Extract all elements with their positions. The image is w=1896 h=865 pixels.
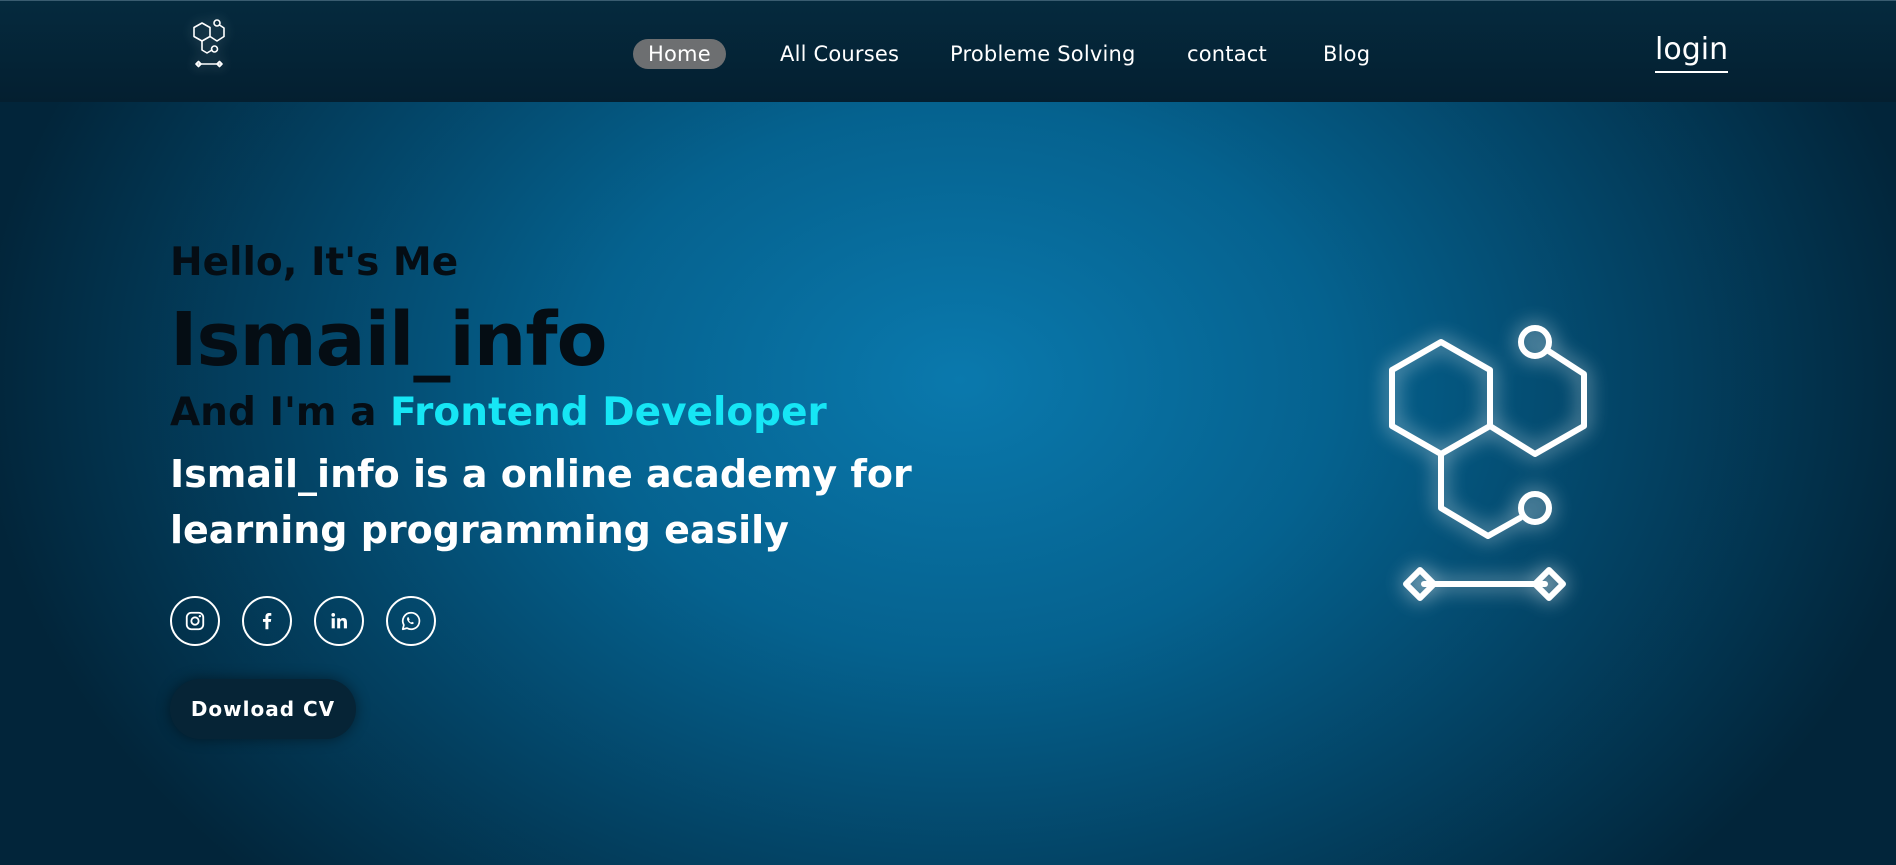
hexagon-circuit-illustration — [1389, 325, 1587, 601]
facebook-icon — [262, 613, 272, 630]
hero-description: Ismail_info is a online academy for lear… — [170, 452, 912, 552]
nav-all-courses-link[interactable]: All Courses — [780, 39, 899, 69]
nav-blog-link[interactable]: Blog — [1323, 39, 1370, 69]
hero-greeting: Hello, It's Me — [170, 240, 459, 285]
nav-contact-link[interactable]: contact — [1187, 39, 1267, 69]
whatsapp-icon — [401, 611, 421, 631]
download-cv-button[interactable]: Dowload CV — [170, 679, 356, 739]
nav-home-link[interactable]: Home — [633, 39, 726, 69]
instagram-icon — [185, 611, 205, 631]
hero-role: Frontend Developer — [390, 390, 827, 435]
whatsapp-button[interactable] — [386, 596, 436, 646]
linkedin-icon — [331, 613, 347, 629]
login-link[interactable]: login — [1655, 31, 1729, 73]
hero-role-line: And I'm a Frontend Developer — [170, 390, 827, 435]
linkedin-button[interactable] — [314, 596, 364, 646]
instagram-button[interactable] — [170, 596, 220, 646]
hexagon-circuit-logo-icon[interactable] — [186, 17, 234, 73]
hero-role-prefix: And I'm a — [170, 390, 377, 435]
hero-name: Ismail_info — [170, 297, 607, 383]
facebook-button[interactable] — [242, 596, 292, 646]
nav-problem-solving-link[interactable]: Probleme Solving — [950, 39, 1136, 69]
navbar: Home All Courses Probleme Solving contac… — [0, 0, 1896, 102]
